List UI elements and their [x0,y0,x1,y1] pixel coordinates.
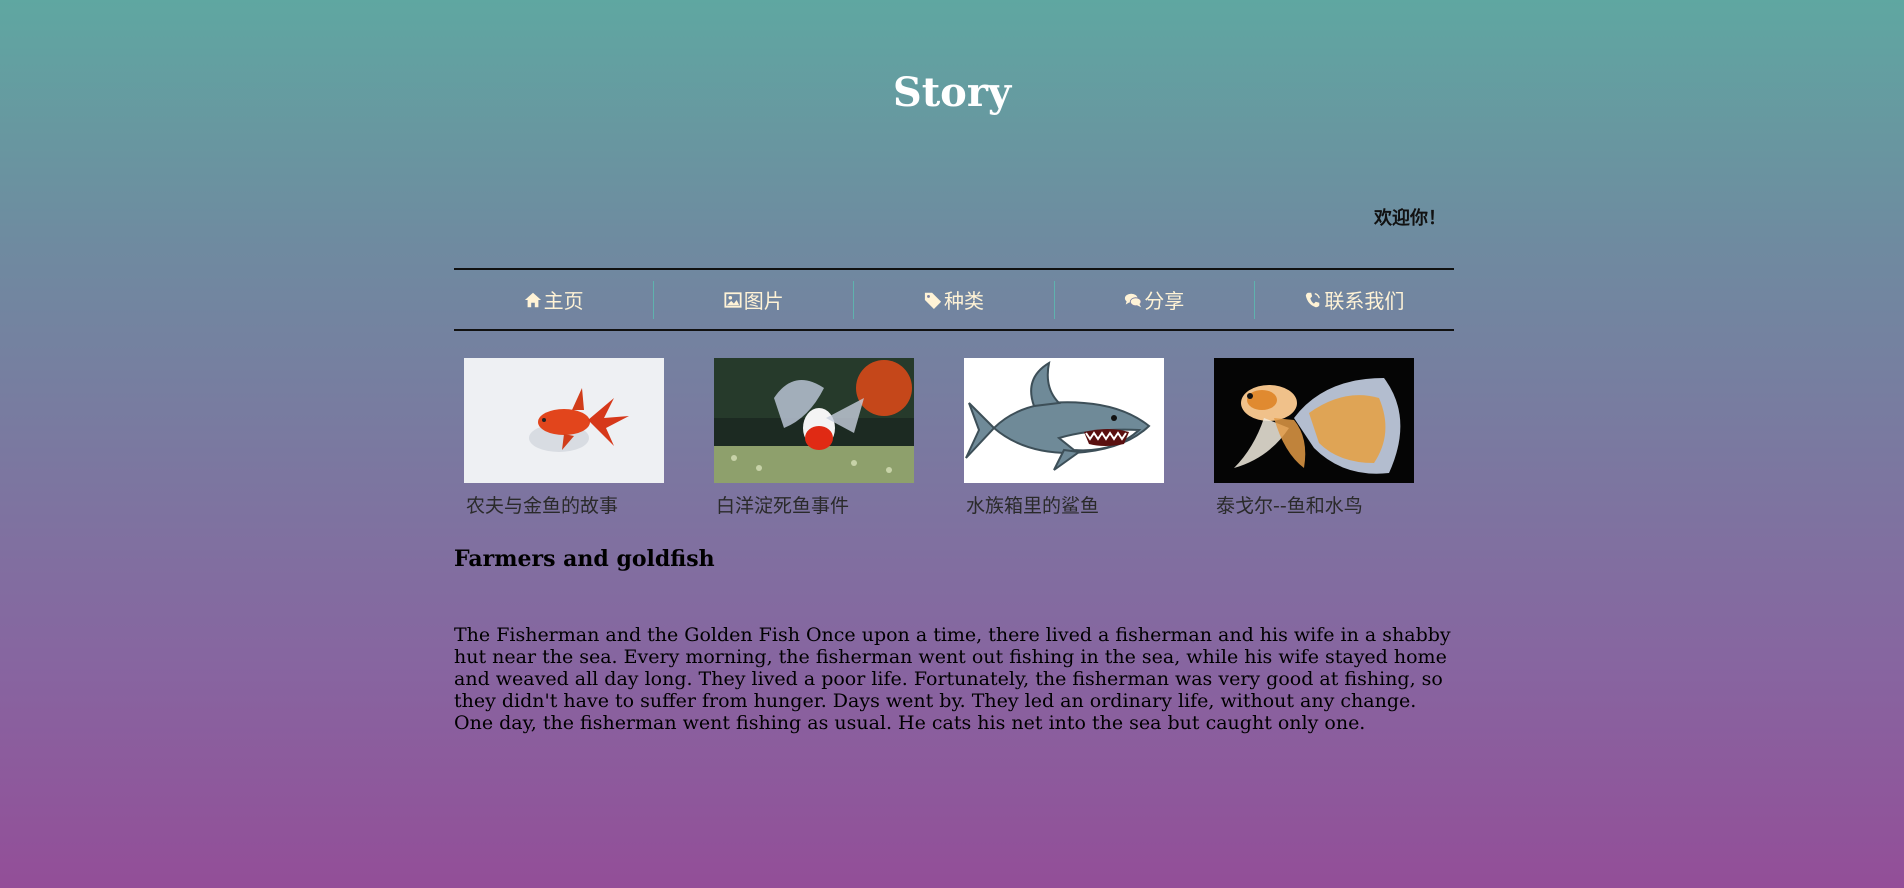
story-heading: Farmers and goldfish [454,546,715,572]
gallery-card[interactable]: 水族箱里的鲨鱼 [964,358,1164,518]
page-title: Story [892,69,1012,116]
gallery-caption[interactable]: 白洋淀死鱼事件 [714,491,914,518]
gallery-card[interactable]: 泰戈尔--鱼和水鸟 [1214,358,1414,518]
nav-item-label: 联系我们 [1324,289,1405,313]
story-body: The Fisherman and the Golden Fish Once u… [454,624,1451,734]
image-icon [724,291,742,308]
tag-icon [924,292,942,309]
nav-item-contact[interactable]: 联系我们 [1255,281,1454,319]
nav-item-home[interactable]: 主页 [454,280,655,319]
image-gallery: 农夫与金鱼的故事 白洋淀死鱼事件 水族箱里的鲨鱼 泰戈尔--鱼和水鸟 [464,358,1464,518]
gallery-caption[interactable]: 水族箱里的鲨鱼 [964,491,1164,518]
nav-item-label: 种类 [944,289,984,313]
gallery-caption[interactable]: 泰戈尔--鱼和水鸟 [1214,491,1414,518]
welcome-message: 欢迎你！ [1374,208,1446,229]
gallery-caption[interactable]: 农夫与金鱼的故事 [464,491,664,518]
comments-icon [1125,293,1142,307]
home-icon [524,292,541,307]
nav-item-label: 主页 [543,289,584,313]
main-nav: 主页 图片 种类 分享 联系我们 [454,268,1454,331]
red-goldfish-image[interactable] [464,358,664,483]
nav-item-share[interactable]: 分享 [1055,280,1255,319]
betta-fish-image[interactable] [1214,358,1414,483]
nav-item-label: 分享 [1144,289,1185,313]
gallery-card[interactable]: 白洋淀死鱼事件 [714,358,914,518]
gallery-card[interactable]: 农夫与金鱼的故事 [464,358,664,518]
phone-icon [1306,292,1321,307]
nav-item-label: 图片 [743,289,784,313]
shark-image[interactable] [964,358,1164,483]
nav-item-categories[interactable]: 种类 [854,280,1055,319]
nav-item-images[interactable]: 图片 [654,280,855,319]
aquarium-goldfish-image[interactable] [714,358,914,483]
